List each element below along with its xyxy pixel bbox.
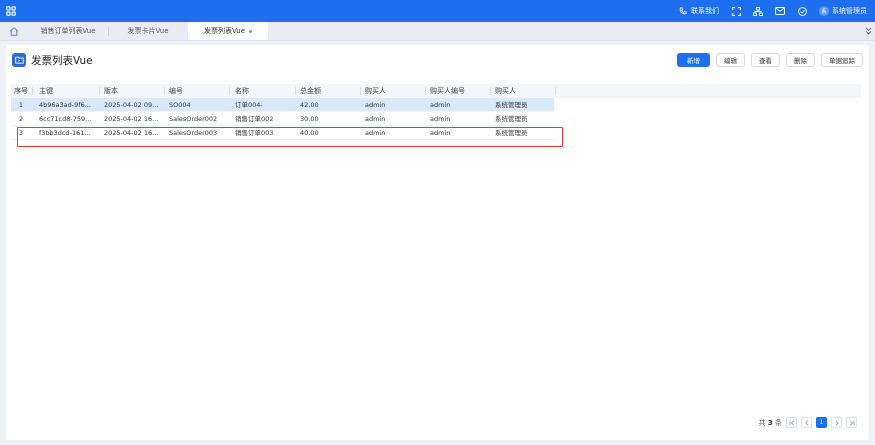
table-header-row: 序号 主键 版本 编号 名称 总金额 购买人 购买人编号 购买人 [11,84,861,98]
tab-bar: 销售订单列表Vue 发票卡片Vue 发票列表Vue [0,22,875,41]
table-row[interactable]: 2 6cc71cd8-759... 2025-04-02 16... Sales… [11,112,554,126]
content-panel: 发票列表Vue 新增 编辑 查看 删除 单据追踪 序号 主键 版本 编号 名称 … [6,45,869,440]
phone-icon [678,6,688,16]
column-header-key[interactable]: 主键 [39,84,53,98]
mail-icon[interactable] [775,6,785,16]
toolbar: 新增 编辑 查看 删除 单据追踪 [677,53,863,67]
app-grid-icon[interactable] [0,0,22,22]
current-page-button[interactable]: 1 [816,417,827,428]
column-header-index: 序号 [14,87,28,95]
table-row[interactable]: 1 4b96a3ad-9f6... 2025-04-02 09... SO004… [11,98,554,112]
column-header-buyer-code[interactable]: 购买人编号 [430,84,465,98]
column-header-buyer[interactable]: 购买人 [365,84,386,98]
next-page-icon[interactable] [831,417,842,428]
contact-us-label: 联系我们 [691,7,719,15]
document-trace-button[interactable]: 单据追踪 [821,53,863,67]
add-button[interactable]: 新增 [677,53,710,67]
contact-us-link[interactable]: 联系我们 [678,6,719,16]
page-title: 发票列表Vue [31,54,93,67]
view-button[interactable]: 查看 [751,53,780,67]
check-circle-icon[interactable] [797,6,807,16]
network-icon[interactable] [753,6,763,16]
tab-sales-order-list[interactable]: 销售订单列表Vue [28,22,108,40]
top-bar: 联系我们 系 系统管理员 [0,0,875,22]
delete-button[interactable]: 删除 [786,53,815,67]
first-page-icon[interactable] [786,417,797,428]
folder-icon [12,53,26,67]
column-header-code[interactable]: 编号 [169,84,183,98]
avatar: 系 [819,6,829,16]
user-menu[interactable]: 系 系统管理员 [819,6,867,16]
column-header-version[interactable]: 版本 [104,84,118,98]
pagination: 共 3 条 1 [759,417,857,428]
user-name: 系统管理员 [832,7,867,15]
prev-page-icon[interactable] [801,417,812,428]
tab-invoice-card[interactable]: 发票卡片Vue [108,22,188,40]
column-header-buyer-name[interactable]: 购买人 [495,84,516,98]
page-header: 发票列表Vue 新增 编辑 查看 删除 单据追踪 [6,45,869,75]
column-header-total-amount[interactable]: 总金额 [300,84,321,98]
total-count: 共 3 条 [758,418,782,427]
edit-button[interactable]: 编辑 [716,53,745,67]
data-table: 序号 主键 版本 编号 名称 总金额 购买人 购买人编号 购买人 1 4b96a… [11,84,861,140]
table-row[interactable]: 3 f3bb3dcd-161... 2025-04-02 16... Sales… [11,126,554,140]
fullscreen-icon[interactable] [731,6,741,16]
column-header-name[interactable]: 名称 [235,84,249,98]
home-icon[interactable] [0,22,28,40]
double-chevron-down-icon[interactable] [861,22,875,40]
tab-invoice-list[interactable]: 发票列表Vue [188,22,268,40]
active-tab-dot [249,29,253,33]
last-page-icon[interactable] [846,417,857,428]
